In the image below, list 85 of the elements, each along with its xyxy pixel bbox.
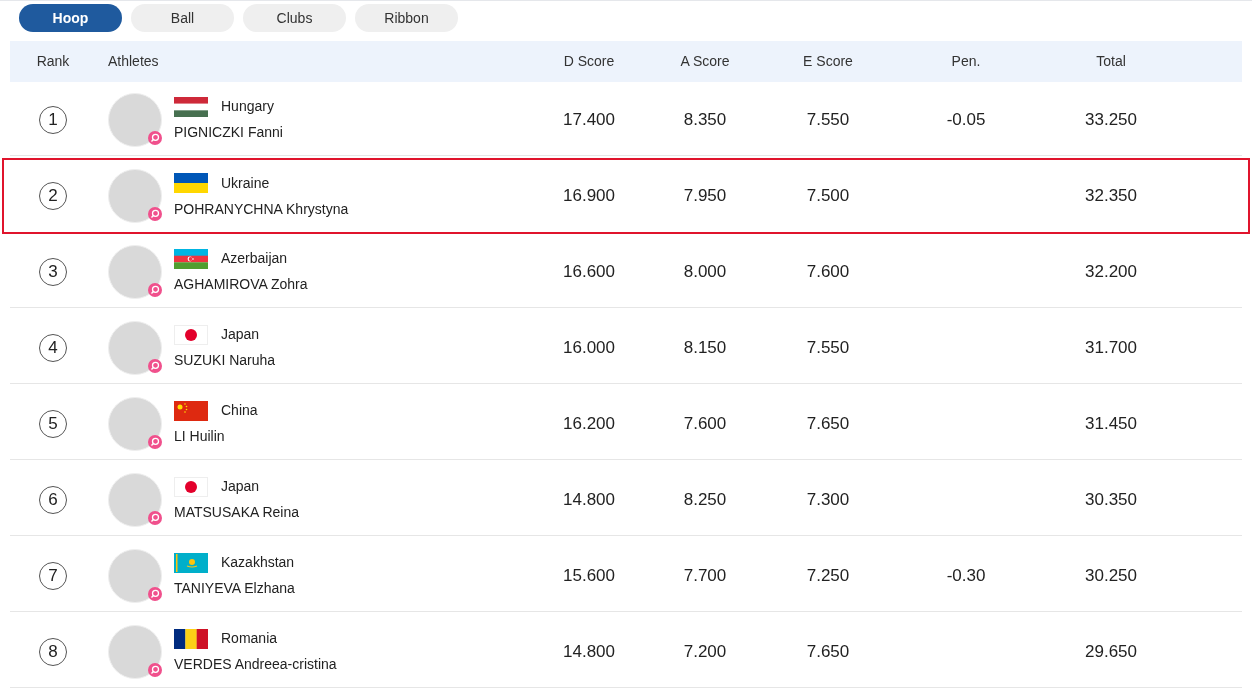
avatar — [108, 92, 162, 147]
table-cell: 14.800 — [563, 641, 615, 661]
flag-icon — [174, 476, 208, 497]
chat-badge-icon — [148, 434, 162, 449]
athlete-name: TANIYEVA Elzhana — [174, 579, 295, 598]
table-cell: 32.350 — [1085, 186, 1137, 206]
table-cell: 8.150 — [683, 337, 727, 357]
athlete-name: PIGNICZKI Fanni — [174, 123, 283, 142]
table-cell: 29.650 — [1085, 641, 1137, 661]
table-cell: 7.500 — [806, 186, 850, 206]
avatar — [108, 169, 162, 223]
country-name: Azerbaijan — [221, 249, 288, 268]
table-cell: 7.950 — [683, 186, 727, 206]
chat-badge-icon — [148, 207, 162, 221]
table-cell: 7.650 — [806, 641, 850, 661]
chat-badge-icon — [148, 510, 162, 525]
table-cell: 14.800 — [563, 489, 615, 509]
chat-badge-icon — [148, 130, 162, 145]
table-cell: 16.000 — [563, 337, 615, 357]
table-cell: 15.600 — [563, 565, 615, 585]
country-name: China — [221, 401, 258, 420]
column-header: Athletes — [108, 53, 159, 69]
chat-badge-icon — [148, 662, 162, 677]
chat-badge-icon — [148, 358, 162, 373]
column-header: Pen. — [951, 53, 981, 69]
avatar — [108, 472, 162, 527]
flag-icon — [174, 173, 208, 193]
table-cell: 7.600 — [683, 413, 727, 433]
athlete-name: AGHAMIROVA Zohra — [174, 275, 308, 294]
table-cell: 7.550 — [806, 109, 850, 129]
table-cell: 30.350 — [1085, 489, 1137, 509]
flag-icon — [174, 324, 208, 345]
table-cell: 8.350 — [683, 109, 727, 129]
column-header: A Score — [680, 53, 730, 69]
avatar — [108, 244, 162, 299]
table-cell: 7.650 — [806, 413, 850, 433]
athlete-name: VERDES Andreea-cristina — [174, 655, 337, 674]
table-cell: 7.700 — [683, 565, 727, 585]
table-cell: 7.600 — [806, 261, 850, 281]
flag-icon — [174, 628, 208, 649]
table-cell: 31.450 — [1085, 413, 1137, 433]
flag-icon — [174, 248, 208, 269]
chat-badge-icon — [148, 282, 162, 297]
chat-badge-icon — [148, 586, 162, 601]
table-cell: -0.30 — [946, 565, 986, 585]
country-name: Hungary — [221, 97, 274, 116]
athlete-name: LI Huilin — [174, 427, 226, 446]
table-cell: 17.400 — [563, 109, 615, 129]
table-cell: 16.900 — [563, 186, 615, 206]
table-cell: 16.200 — [563, 413, 615, 433]
country-name: Japan — [221, 477, 260, 496]
tab[interactable]: Clubs — [243, 4, 346, 32]
avatar — [108, 396, 162, 451]
table-cell: 8.000 — [683, 261, 727, 281]
table-cell: 32.200 — [1085, 261, 1137, 281]
tab[interactable]: Ribbon — [355, 4, 458, 32]
table-cell: 7.250 — [806, 565, 850, 585]
country-name: Japan — [221, 325, 260, 344]
table-cell: 33.250 — [1085, 109, 1137, 129]
country-name: Ukraine — [221, 173, 270, 193]
tab[interactable]: Ball — [131, 4, 234, 32]
athlete-name: MATSUSAKA Reina — [174, 503, 299, 522]
table-cell: 8.250 — [683, 489, 727, 509]
athlete-name: POHRANYCHNA Khrystyna — [174, 199, 349, 219]
table-cell: 7.300 — [806, 489, 850, 509]
flag-icon — [174, 552, 208, 573]
country-name: Romania — [221, 629, 278, 648]
table-cell: 30.250 — [1085, 565, 1137, 585]
table-cell: 16.600 — [563, 261, 615, 281]
column-header: Total — [1096, 53, 1126, 69]
athlete-name: SUZUKI Naruha — [174, 351, 276, 370]
table-cell: 7.550 — [806, 337, 850, 357]
column-header: D Score — [563, 53, 615, 69]
column-header: Rank — [36, 53, 70, 69]
avatar — [108, 548, 162, 603]
table-cell: 7.200 — [683, 641, 727, 661]
avatar — [108, 320, 162, 375]
flag-icon — [174, 96, 208, 117]
country-name: Kazakhstan — [221, 553, 295, 572]
avatar — [108, 624, 162, 679]
table-cell: -0.05 — [946, 109, 986, 129]
table-cell: 31.700 — [1085, 337, 1137, 357]
column-header: E Score — [803, 53, 853, 69]
tab[interactable]: Hoop — [19, 4, 122, 32]
flag-icon — [174, 400, 208, 421]
